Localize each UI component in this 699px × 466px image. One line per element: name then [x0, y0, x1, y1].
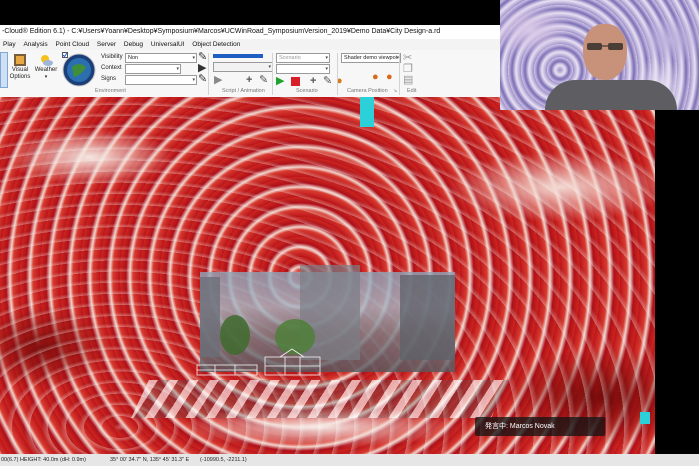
menu-analysis[interactable]: Analysis	[20, 39, 50, 50]
status-bar: 00(6.7) HEIGHT: 40.0m (dH: 0.9m) 35° 00'…	[0, 454, 699, 466]
ribbon-separator	[399, 53, 400, 95]
checkbox-icon[interactable]	[62, 52, 68, 58]
pen-icon[interactable]: ✎	[323, 76, 332, 87]
visual-options-label: Visual Options	[9, 67, 31, 80]
scenario-sub-select[interactable]: ▾	[276, 64, 330, 74]
status-height: 00(6.7) HEIGHT: 40.0m (dH: 0.9m)	[1, 457, 86, 463]
chevron-down-icon: ▾	[325, 55, 328, 61]
camera-position-select[interactable]: Shader demo viewpoi ▾	[341, 53, 401, 63]
weather-label: Weather	[34, 67, 58, 73]
add-location-icon[interactable]: ●	[372, 72, 379, 83]
side-panel	[655, 97, 699, 454]
weather-button[interactable]: Weather ▾	[34, 53, 58, 81]
ribbon-separator	[272, 53, 273, 95]
menu-point-cloud[interactable]: Point Cloud	[53, 39, 93, 50]
pen-icon[interactable]: ✎	[259, 75, 268, 86]
edit-group-label: Edit	[407, 88, 417, 94]
context-select[interactable]: ▾	[125, 64, 181, 74]
selected-tool-button[interactable]	[0, 52, 8, 88]
script-select[interactable]: ▾	[213, 62, 273, 72]
camera-position-group-label: Camera Position	[347, 88, 388, 94]
play-icon[interactable]: ▶	[276, 76, 284, 87]
building	[400, 275, 455, 360]
3d-viewport[interactable]	[0, 97, 655, 454]
globe-compass-icon[interactable]	[62, 53, 96, 87]
signs-label: Signs	[101, 76, 117, 82]
visibility-value: Non	[128, 55, 139, 61]
crosswalk	[131, 380, 509, 418]
add-icon[interactable]: +	[246, 75, 252, 86]
stop-icon[interactable]	[291, 77, 300, 86]
script-animation-group-label: Script / Animation	[222, 88, 265, 94]
menu-play[interactable]: Play	[0, 39, 19, 50]
scenario-group-label: Scenario	[296, 88, 318, 94]
chevron-down-icon: ▾	[176, 66, 179, 72]
ribbon-toolbar: Visual Options Weather ▾ Visibility Non …	[0, 50, 500, 98]
highlight-block	[360, 97, 374, 127]
status-xy: (-10990.5, -2211.1)	[200, 457, 247, 463]
dialog-launcher-icon[interactable]: ↘	[393, 88, 397, 94]
visual-options-icon	[14, 54, 26, 66]
status-coordinates: 35° 00' 34.7" N, 135° 45' 31.3" E	[110, 457, 190, 463]
weather-dropdown-icon: ▾	[44, 74, 48, 80]
highlight-block	[640, 412, 650, 424]
speaker-head	[583, 24, 627, 80]
context-label: Context	[101, 65, 122, 71]
add-icon[interactable]: +	[310, 76, 316, 87]
chevron-down-icon: ▾	[192, 55, 195, 61]
ribbon-separator	[208, 53, 209, 95]
ribbon-separator	[337, 53, 338, 95]
app-window: -Cloud® Edition 6.1) - C:¥Users¥Yoann¥De…	[0, 0, 699, 466]
chevron-down-icon: ▾	[268, 64, 271, 70]
glasses-icon	[587, 43, 623, 50]
chevron-down-icon: ▾	[192, 77, 195, 83]
building	[200, 277, 220, 357]
visibility-select[interactable]: Non ▾	[125, 53, 197, 63]
window-title: -Cloud® Edition 6.1) - C:¥Users¥Yoann¥De…	[0, 25, 500, 39]
environment-group-label: Environment	[95, 88, 126, 94]
scenario-select[interactable]: Scenario ▾	[276, 53, 330, 63]
paste-icon[interactable]: ▤	[403, 75, 413, 86]
menu-object-detection[interactable]: Object Detection	[189, 39, 243, 50]
scenario-value: Scenario	[279, 55, 301, 61]
visual-options-button[interactable]: Visual Options	[8, 53, 32, 81]
camera-position-value: Shader demo viewpoi	[344, 55, 397, 61]
pen-icon[interactable]: ✎	[198, 74, 207, 85]
speaker-body	[545, 80, 677, 110]
menu-debug[interactable]: Debug	[121, 39, 146, 50]
edit-location-icon[interactable]: ●	[386, 72, 393, 83]
chevron-down-icon: ▾	[325, 66, 328, 72]
script-progress-bar	[213, 54, 263, 58]
weather-icon	[41, 55, 53, 66]
visibility-label: Visibility	[101, 54, 123, 60]
speaker-name-badge: 発言中: Marcos Novak	[475, 417, 605, 436]
menu-universalui[interactable]: UniversalUI	[148, 39, 188, 50]
signs-select[interactable]: ▾	[125, 75, 197, 85]
wireframe-structure	[196, 348, 321, 376]
menu-server[interactable]: Server	[94, 39, 119, 50]
play-icon[interactable]: ▶	[214, 75, 222, 86]
